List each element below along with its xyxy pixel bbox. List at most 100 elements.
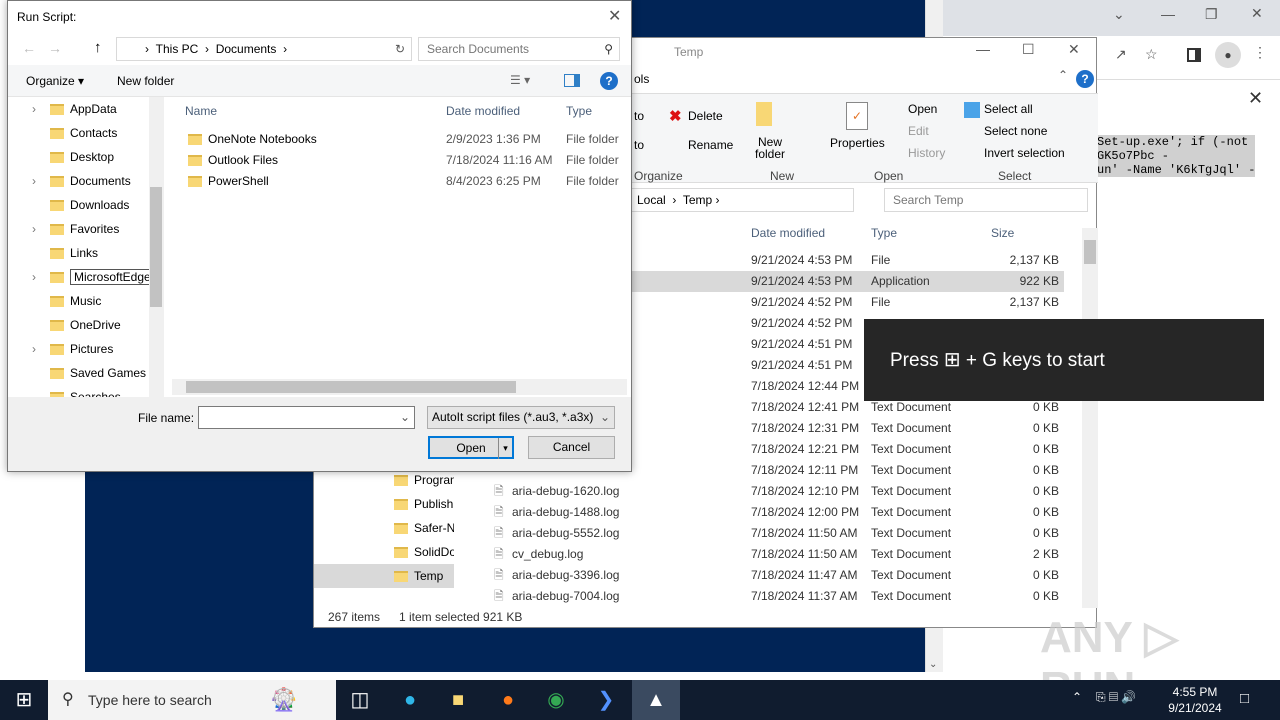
nav-item[interactable]: OneDrive xyxy=(8,313,163,337)
autoit-icon[interactable]: ▲ xyxy=(632,680,680,720)
new-folder-button[interactable]: New folder xyxy=(117,74,174,88)
breadcrumb[interactable]: Temp xyxy=(683,193,712,207)
nav-item[interactable]: ›MicrosoftEdgeBackups xyxy=(8,265,163,289)
breadcrumb[interactable]: Local xyxy=(637,193,666,207)
vertical-scrollbar[interactable] xyxy=(1082,228,1098,608)
view-options-icon[interactable]: ☰ ▾ xyxy=(510,73,530,87)
file-row[interactable]: Outlook Files 7/18/2024 11:16 AM File fold… xyxy=(164,150,624,171)
help-icon[interactable]: ? xyxy=(1076,70,1094,88)
new-folder-button[interactable]: New folder xyxy=(752,136,788,160)
forward-icon[interactable]: → xyxy=(48,40,62,56)
breadcrumb[interactable]: This PC xyxy=(156,42,199,56)
nav-scrollbar[interactable] xyxy=(149,97,163,397)
file-explorer-icon[interactable]: ■ xyxy=(434,680,482,720)
nav-item[interactable]: Desktop xyxy=(8,145,163,169)
file-row[interactable]: OneNote Notebooks 2/9/2023 1:36 PM File fo… xyxy=(164,129,624,150)
search-input[interactable]: Search Documents ⚲ xyxy=(418,37,620,61)
tray-icons[interactable]: ⎘ ▤ 🔊 xyxy=(1096,690,1136,705)
scroll-down-icon[interactable]: ⌄ xyxy=(929,659,937,670)
nav-item[interactable]: Searches xyxy=(8,385,163,397)
file-row[interactable]: 🗎 aria-debug-7004.log 7/18/2024 11:37 AM Te… xyxy=(489,586,1064,607)
column-size[interactable]: Size xyxy=(991,221,1014,245)
delete-button[interactable]: Delete xyxy=(688,109,723,123)
column-type[interactable]: Type xyxy=(566,99,592,123)
close-button[interactable]: ✕ xyxy=(608,6,621,26)
nav-item[interactable]: Contacts xyxy=(8,121,163,145)
restore-button[interactable]: ❐ xyxy=(1205,6,1218,23)
nav-item[interactable]: Downloads xyxy=(8,193,163,217)
taskbar-search[interactable]: ⚲ Type here to search 🎡 xyxy=(48,680,336,720)
close-icon[interactable]: ✕ xyxy=(1248,88,1263,109)
file-row[interactable]: PowerShell 8/4/2023 6:25 PM File folder xyxy=(164,171,624,192)
up-icon[interactable]: ↑ xyxy=(94,39,102,56)
nav-item[interactable]: SolidDo xyxy=(314,540,454,564)
nav-item[interactable]: › Documents xyxy=(8,169,163,193)
task-view-icon[interactable]: ◫ xyxy=(336,680,384,720)
filename-input[interactable]: ⌄ xyxy=(198,406,415,429)
start-button[interactable]: ⊞ xyxy=(0,680,48,720)
invert-selection-button[interactable]: Invert selection xyxy=(984,146,1065,160)
column-date[interactable]: Date modified xyxy=(751,221,825,245)
nav-item[interactable]: › Pictures xyxy=(8,337,163,361)
close-button[interactable]: ✕ xyxy=(1068,41,1080,58)
column-type[interactable]: Type xyxy=(871,221,897,245)
edit-button[interactable]: Edit xyxy=(908,124,929,138)
nav-item[interactable]: Temp xyxy=(314,564,454,588)
bookmark-star-icon[interactable]: ☆ xyxy=(1145,46,1158,63)
nav-item[interactable]: › AppData xyxy=(8,97,163,121)
expand-chevron-icon[interactable]: › xyxy=(32,169,36,193)
open-button[interactable]: Open xyxy=(908,102,937,116)
file-row[interactable]: 🗎 aria-debug-5552.log 7/18/2024 11:50 AM Te… xyxy=(489,523,1064,544)
minimize-button[interactable]: — xyxy=(1161,6,1175,22)
horizontal-scrollbar[interactable] xyxy=(172,379,627,395)
split-arrow-icon[interactable]: ▾ xyxy=(498,438,512,459)
copy-to-button[interactable]: to xyxy=(634,138,644,152)
nav-item[interactable]: Publish xyxy=(314,492,454,516)
open-button[interactable]: Open ▾ xyxy=(428,436,514,459)
firefox-icon[interactable]: ● xyxy=(484,680,532,720)
rename-button[interactable]: Rename xyxy=(688,138,733,152)
help-icon[interactable]: ? xyxy=(600,72,618,90)
menu-icon[interactable]: ⋮ xyxy=(1253,44,1267,61)
expand-chevron-icon[interactable]: › xyxy=(32,97,36,121)
profile-avatar[interactable]: ● xyxy=(1215,42,1241,68)
maximize-button[interactable]: ☐ xyxy=(1022,41,1035,58)
file-row[interactable]: 🗎 aria-debug-3396.log 7/18/2024 11:47 AM Te… xyxy=(489,565,1064,586)
refresh-icon[interactable]: ↻ xyxy=(395,38,405,60)
file-row[interactable]: 🗎 aria-debug-1620.log 7/18/2024 12:10 PM Te… xyxy=(489,481,1064,502)
select-none-button[interactable]: Select none xyxy=(984,124,1047,138)
breadcrumb[interactable]: Documents xyxy=(216,42,277,56)
expand-chevron-icon[interactable]: › xyxy=(32,217,36,241)
properties-button[interactable]: Properties xyxy=(830,136,885,150)
search-input[interactable]: Search Temp xyxy=(884,188,1088,212)
nav-item[interactable]: Music xyxy=(8,289,163,313)
ribbon-tab[interactable]: ols xyxy=(634,72,649,86)
select-all-button[interactable]: Select all xyxy=(984,102,1033,116)
chrome-icon[interactable]: ◉ xyxy=(532,680,580,720)
expand-chevron-icon[interactable]: › xyxy=(32,337,36,361)
nav-item[interactable]: Safer-N xyxy=(314,516,454,540)
close-button[interactable]: ✕ xyxy=(1251,5,1263,22)
chevron-down-icon[interactable]: ⌄ xyxy=(400,410,410,424)
tab-search-icon[interactable]: ⌄ xyxy=(1113,6,1125,23)
minimize-button[interactable]: — xyxy=(976,41,990,57)
powershell-icon[interactable]: ❯ xyxy=(582,680,630,720)
collapse-ribbon-icon[interactable]: ⌃ xyxy=(1058,68,1068,82)
expand-chevron-icon[interactable]: › xyxy=(32,265,36,289)
clock[interactable]: 4:55 PM 9/21/2024 xyxy=(1160,684,1230,716)
column-date[interactable]: Date modified xyxy=(446,99,520,123)
preview-pane-icon[interactable] xyxy=(564,74,580,87)
address-bar[interactable]: › This PC › Documents › ↻ xyxy=(116,37,412,61)
column-name[interactable]: Name xyxy=(185,99,217,123)
nav-item[interactable]: Links xyxy=(8,241,163,265)
edge-icon[interactable]: ● xyxy=(386,680,434,720)
back-icon[interactable]: ← xyxy=(22,40,36,56)
cancel-button[interactable]: Cancel xyxy=(528,436,615,459)
organize-button[interactable]: Organize ▾ xyxy=(26,74,84,88)
address-bar[interactable]: Local › Temp › xyxy=(624,188,854,212)
nav-item[interactable]: Saved Games xyxy=(8,361,163,385)
side-panel-icon[interactable] xyxy=(1187,48,1201,62)
move-to-button[interactable]: to xyxy=(634,109,644,123)
share-icon[interactable]: ↗ xyxy=(1115,46,1127,63)
filetype-select[interactable]: AutoIt script files (*.au3, *.a3x) ⌄ xyxy=(427,406,615,429)
